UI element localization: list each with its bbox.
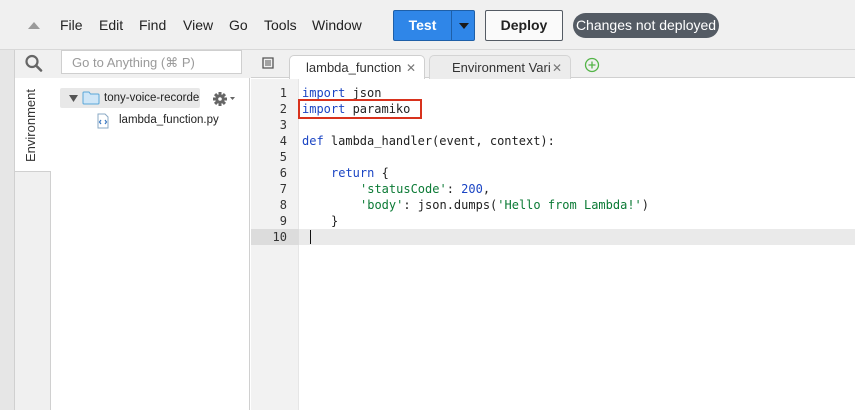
deploy-button[interactable]: Deploy	[485, 10, 563, 41]
tab-label: lambda_function	[306, 60, 402, 75]
code-text: }	[331, 214, 339, 228]
string-literal: 'Hello from Lambda!'	[497, 198, 642, 212]
text-cursor	[310, 230, 311, 244]
code-line-6: return {	[331, 165, 389, 181]
line-number: 6	[279, 166, 287, 180]
keyword: def	[302, 134, 324, 148]
line-number: 5	[279, 150, 287, 164]
menu-file[interactable]: File	[60, 16, 83, 34]
code-text: ,	[482, 182, 491, 196]
code-text: {	[374, 166, 389, 180]
tab-list-icon[interactable]	[262, 57, 276, 69]
line-number: 2	[279, 102, 287, 116]
keyword: return	[331, 166, 375, 180]
string-literal: 'statusCode'	[360, 182, 447, 196]
code-text: )	[641, 198, 650, 212]
menu-window[interactable]: Window	[312, 16, 362, 34]
code-line-9: }	[331, 213, 338, 229]
code-line-8: 'body': json.dumps('Hello from Lambda!')	[360, 197, 649, 213]
line-number: 1	[279, 86, 287, 100]
close-icon[interactable]: ✕	[406, 57, 416, 79]
code-line-4: def lambda_handler(event, context):	[302, 133, 555, 149]
code-line-2: import paramiko	[302, 101, 410, 117]
code-text: : json.dumps(	[403, 198, 498, 212]
number-literal: 200	[461, 182, 483, 196]
tab-lambda-function[interactable]: lambda_function ✕	[289, 55, 425, 79]
code-line-7: 'statusCode': 200,	[360, 181, 490, 197]
collapse-up-icon[interactable]	[26, 18, 42, 32]
folder-label: tony-voice-recorder	[104, 92, 200, 104]
caret-down-icon	[459, 23, 469, 29]
expand-caret-icon[interactable]	[69, 95, 78, 102]
keyword: import	[302, 102, 346, 116]
menu-edit[interactable]: Edit	[99, 16, 123, 34]
keyword: import	[302, 86, 346, 100]
code-text: :	[446, 182, 462, 196]
code-text: paramiko	[345, 102, 411, 116]
left-edge-strip	[0, 50, 15, 410]
goto-anything-input[interactable]	[61, 50, 242, 74]
line-number: 7	[279, 182, 287, 196]
menu-go[interactable]: Go	[229, 16, 248, 34]
gear-icon[interactable]	[212, 91, 236, 107]
close-icon[interactable]: ✕	[552, 57, 562, 79]
add-tab-icon[interactable]	[584, 57, 600, 73]
tab-environment[interactable]: Environment	[15, 78, 51, 172]
line-number: 3	[279, 118, 287, 132]
search-icon[interactable]	[24, 54, 44, 72]
code-text: lambda_handler(event, context):	[323, 134, 555, 148]
test-dropdown-button[interactable]	[451, 10, 475, 41]
tab-environment-label: Environment	[23, 89, 38, 162]
line-number: 4	[279, 134, 287, 148]
menu-find[interactable]: Find	[139, 16, 166, 34]
tab-label: Environment Vari	[452, 60, 551, 75]
menu-view[interactable]: View	[183, 16, 213, 34]
active-line-highlight	[299, 229, 855, 245]
test-button[interactable]: Test	[393, 10, 452, 41]
code-line-1: import json	[302, 85, 381, 101]
code-text: json	[345, 86, 382, 100]
line-number: 8	[279, 198, 287, 212]
tree-file-row[interactable]: lambda_function.py	[95, 112, 225, 130]
string-literal: 'body'	[360, 198, 404, 212]
status-badge: Changes not deployed	[573, 13, 719, 38]
folder-icon	[82, 91, 100, 105]
tab-environment-variables[interactable]: Environment Vari ✕	[429, 55, 571, 79]
line-number: 9	[279, 214, 287, 228]
menu-tools[interactable]: Tools	[264, 16, 297, 34]
python-file-icon	[97, 113, 109, 129]
file-label: lambda_function.py	[119, 114, 219, 126]
line-number: 10	[272, 230, 287, 244]
